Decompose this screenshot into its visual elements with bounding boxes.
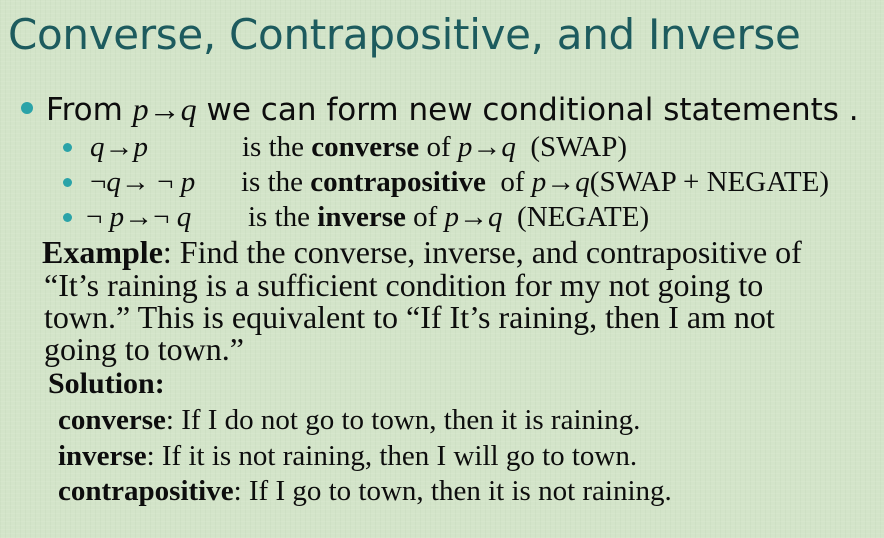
converse-description: is the converse of p→q (SWAP) bbox=[242, 131, 627, 164]
formula-var: q bbox=[488, 201, 503, 233]
formula-var: p bbox=[109, 201, 125, 233]
inverse-formula: ¬ p→¬ q bbox=[86, 201, 191, 234]
formula-var: p bbox=[531, 166, 547, 198]
intro-text-after: we can form new conditional statements . bbox=[196, 92, 859, 128]
formula-var: q bbox=[176, 201, 192, 233]
is-the-text: is the bbox=[242, 131, 312, 163]
swap-negate-note: (SWAP + NEGATE) bbox=[589, 166, 830, 198]
is-the-text: is the bbox=[241, 166, 311, 198]
formula-var: q bbox=[501, 131, 516, 163]
formula-arrow: → bbox=[104, 131, 134, 163]
inverse-term: inverse bbox=[58, 440, 147, 472]
intro-line: From p→q we can form new conditional sta… bbox=[46, 91, 859, 128]
formula-var: p bbox=[444, 201, 460, 233]
contrapositive-formula: ¬q→ ¬ p bbox=[90, 166, 195, 199]
converse-term: converse bbox=[311, 131, 420, 163]
example-label: Example bbox=[42, 234, 163, 270]
negation-symbol: ¬ bbox=[86, 201, 103, 233]
intro-text-before: From bbox=[46, 92, 133, 128]
inverse-term: inverse bbox=[317, 201, 406, 233]
formula-var: q bbox=[106, 166, 121, 198]
contrapositive-description: is the contrapositive of p→q(SWAP + NEGA… bbox=[241, 166, 829, 199]
contrapositive-statement: : If I go to town, then it is not rainin… bbox=[233, 475, 672, 507]
intro-formula: p→q bbox=[133, 91, 197, 127]
formula-arrow: → bbox=[120, 166, 150, 198]
formula-var: q bbox=[90, 131, 105, 163]
contrapositive-term: contrapositive bbox=[310, 166, 486, 198]
swap-note: (SWAP) bbox=[530, 131, 628, 163]
converse-formula: q→p bbox=[90, 131, 148, 164]
negation-symbol: ¬ bbox=[90, 166, 107, 198]
formula-arrow: → bbox=[148, 91, 181, 127]
is-the-text: is the bbox=[248, 201, 318, 233]
formula-p: p bbox=[132, 91, 149, 127]
formula-arrow: → bbox=[546, 166, 576, 198]
solution-converse: converse: If I do not go to town, then i… bbox=[58, 404, 640, 437]
slide: Converse, Contrapositive, and Inverse Fr… bbox=[0, 0, 884, 538]
converse-term: converse bbox=[58, 404, 166, 436]
formula-var: q bbox=[575, 166, 590, 198]
example-line-4: going to town.” bbox=[44, 331, 244, 367]
negate-note: (NEGATE) bbox=[517, 201, 650, 233]
solution-label: Solution: bbox=[48, 367, 165, 400]
solution-contrapositive: contrapositive: If I go to town, then it… bbox=[58, 475, 672, 508]
solution-inverse: inverse: If it is not raining, then I wi… bbox=[58, 440, 637, 473]
formula-q: q bbox=[180, 91, 197, 127]
formula-arrow: → bbox=[459, 201, 489, 233]
formula-arrow: → bbox=[124, 201, 154, 233]
inverse-description: is the inverse of p→q (NEGATE) bbox=[248, 201, 649, 234]
of-text: of bbox=[419, 131, 458, 163]
contrapositive-term: contrapositive bbox=[58, 475, 234, 507]
example-line-1: Example: Find the converse, inverse, and… bbox=[42, 234, 802, 271]
negation-symbol: ¬ bbox=[153, 201, 170, 233]
converse-statement: : If I do not go to town, then it is rai… bbox=[165, 404, 641, 436]
bullet-dot bbox=[63, 178, 72, 187]
of-text: of bbox=[405, 201, 445, 233]
bullet-dot bbox=[21, 102, 33, 114]
formula-var: p bbox=[457, 131, 473, 163]
formula-arrow: → bbox=[472, 131, 502, 163]
inverse-statement: : If it is not raining, then I will go t… bbox=[146, 440, 638, 472]
ref-formula: p→q bbox=[445, 201, 503, 233]
of-text: of bbox=[493, 166, 532, 198]
bullet-dot bbox=[63, 213, 72, 222]
ref-formula: p→q bbox=[458, 131, 516, 163]
negation-symbol: ¬ bbox=[157, 166, 174, 198]
ref-formula: p→q bbox=[532, 166, 590, 198]
slide-title: Converse, Contrapositive, and Inverse bbox=[8, 10, 801, 59]
bullet-dot bbox=[63, 143, 72, 152]
formula-var: p bbox=[180, 166, 196, 198]
formula-var: p bbox=[133, 131, 149, 163]
example-text: : Find the converse, inverse, and contra… bbox=[162, 234, 802, 270]
